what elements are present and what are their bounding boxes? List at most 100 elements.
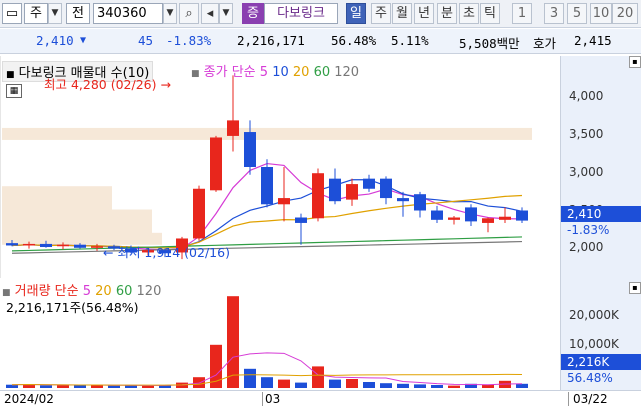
volume-bar xyxy=(363,382,375,388)
count-button-1[interactable]: 3 xyxy=(544,3,564,24)
period-button-2[interactable]: 월 xyxy=(392,3,412,24)
candle-body xyxy=(40,243,52,248)
ask-label: 호가 xyxy=(533,36,557,51)
volume-bar xyxy=(380,383,392,388)
volume-tick-label: 20,000K xyxy=(569,308,619,322)
candle-body xyxy=(244,132,256,167)
speaker-dropdown-icon[interactable]: ▼ xyxy=(219,3,233,24)
volume-bar xyxy=(40,385,52,388)
period-button-0[interactable]: 일 xyxy=(346,3,366,24)
vma120-label: 120 xyxy=(136,284,162,299)
volume-bar xyxy=(193,377,205,388)
candle-body xyxy=(74,244,86,248)
toolbar: ▭ 주 ▼ 전 340360 ▼ ⌕ ◂ ▼ 증 다보링크 일주월년분초틱 13… xyxy=(0,0,641,28)
candle-body xyxy=(295,217,307,223)
window-menu-icon[interactable]: ▭ xyxy=(2,3,22,24)
count-button-0[interactable]: 1 xyxy=(512,3,532,24)
candle-body xyxy=(363,178,375,189)
volume-bar xyxy=(312,366,324,388)
candle-body xyxy=(6,243,18,246)
ma60-label: 60 xyxy=(313,65,331,80)
ma-legend-label: 종가 단순 xyxy=(203,65,256,80)
x-label-month: 03 xyxy=(262,392,280,406)
period-button-5[interactable]: 초 xyxy=(459,3,479,24)
ma20-label: 20 xyxy=(292,65,310,80)
candle-body xyxy=(380,178,392,199)
period-select[interactable]: 전 xyxy=(66,3,90,24)
candle-body xyxy=(431,210,443,220)
code-dropdown-icon[interactable]: ▼ xyxy=(163,3,177,24)
volume-axis-toggle-icon[interactable]: ▪ xyxy=(629,282,641,294)
volume-profile-bar xyxy=(2,127,532,140)
volume-bar xyxy=(414,384,426,388)
volume-profile-bar xyxy=(2,186,112,199)
volume-bar xyxy=(516,383,528,388)
ma10-label: 10 xyxy=(272,65,289,80)
candle-body xyxy=(312,173,324,219)
count-button-3[interactable]: 10 xyxy=(590,3,612,24)
period-button-3[interactable]: 년 xyxy=(414,3,434,24)
candle-body xyxy=(516,210,528,221)
date-axis: 2024/02 03 03/22 xyxy=(0,390,641,408)
volume-bar xyxy=(74,385,86,388)
speaker-icon[interactable]: ◂ xyxy=(201,3,219,24)
count-button-4[interactable]: 20 xyxy=(612,3,638,24)
y-tick-label: 3,500 xyxy=(569,127,604,141)
y-tick-label: 4,000 xyxy=(569,89,604,103)
down-arrow-icon: ▼ xyxy=(80,35,87,46)
ma120-label: 120 xyxy=(334,65,360,80)
price-change: 45 xyxy=(138,33,154,48)
volume-profile-bar xyxy=(2,221,152,234)
ma5-label: 5 xyxy=(259,65,269,80)
period-button-1[interactable]: 주 xyxy=(371,3,391,24)
grid-table-icon[interactable]: ▦ xyxy=(6,84,22,98)
volume-bar xyxy=(278,379,290,388)
ma-legend: ■ 종가 단순 5 10 20 60 120 xyxy=(191,65,360,80)
current-volume-pct: 56.48% xyxy=(567,371,613,385)
candle-body xyxy=(57,244,69,247)
y-tick-label: 3,000 xyxy=(569,165,604,179)
volume-bar xyxy=(244,368,256,388)
candle-body xyxy=(397,198,409,202)
y-tick-label: 2,000 xyxy=(569,240,604,254)
volume-ratio: 56.48% xyxy=(331,33,377,48)
volume-bar xyxy=(108,385,120,388)
candle-body xyxy=(210,137,222,191)
price-axis[interactable]: ▪ 4,0003,5003,0002,5002,000 2,410 -1.83%… xyxy=(560,56,641,390)
volume: 2,216,171 xyxy=(237,33,305,48)
period-button-6[interactable]: 틱 xyxy=(480,3,500,24)
axis-toggle-icon[interactable]: ▪ xyxy=(629,56,641,68)
current-price: 2,410 xyxy=(36,33,74,48)
low-annotation: ← 최저 1,914 (02/16) xyxy=(103,245,230,260)
ask-price: 2,415 xyxy=(574,33,612,48)
volume-bar xyxy=(261,377,273,388)
candle-body xyxy=(414,194,426,211)
candle-body xyxy=(23,243,35,246)
search-icon[interactable]: ⌕ xyxy=(179,3,199,24)
volume-bar xyxy=(431,385,443,388)
current-volume-tag: 2,216K xyxy=(561,354,641,370)
x-label-end: 03/22 xyxy=(568,392,608,406)
candle-body xyxy=(91,246,103,248)
current-pct-tag: -1.83% xyxy=(567,223,610,237)
candle-body xyxy=(448,217,460,220)
volume-bar xyxy=(329,379,341,388)
volume-profile-bar xyxy=(2,197,112,210)
market-dropdown-icon[interactable]: ▼ xyxy=(48,3,62,24)
count-button-2[interactable]: 5 xyxy=(567,3,587,24)
volume-bar xyxy=(346,379,358,388)
volume-bar xyxy=(295,382,307,388)
stock-name-field[interactable]: 다보링크 xyxy=(264,3,338,24)
high-annotation: 최고 4,280 (02/26) → xyxy=(44,77,171,92)
volume-bar xyxy=(482,385,494,388)
price-change-pct: -1.83% xyxy=(166,33,212,48)
volume-tick-label: 10,000K xyxy=(569,337,619,351)
volume-summary: 2,216,171주(56.48%) xyxy=(6,300,139,315)
volume-bar xyxy=(397,383,409,388)
candle-body xyxy=(499,216,511,220)
current-price-tag: 2,410 xyxy=(561,206,641,222)
stock-code-input[interactable]: 340360 xyxy=(93,3,163,24)
market-select[interactable]: 주 xyxy=(24,3,48,24)
quote-bar: 2,410 ▼ 45 -1.83% 2,216,171 56.48% 5.11%… xyxy=(0,29,641,54)
period-button-4[interactable]: 분 xyxy=(437,3,457,24)
